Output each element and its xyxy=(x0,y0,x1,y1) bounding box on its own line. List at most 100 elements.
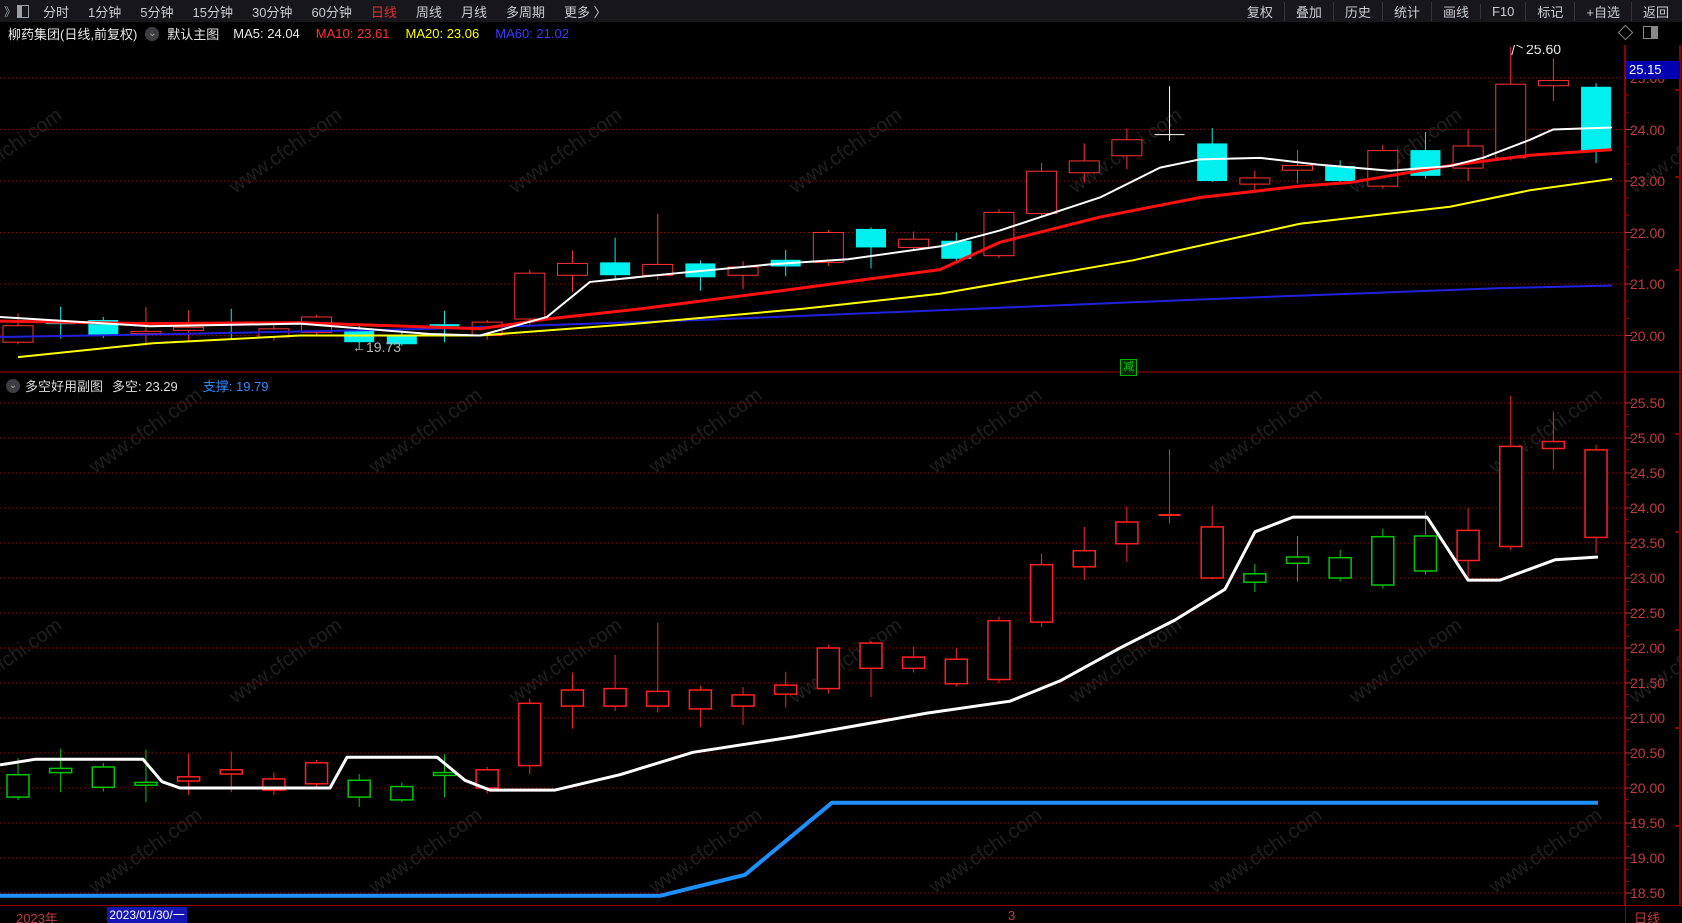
axis-divider xyxy=(1625,906,1626,923)
candle-body-sub xyxy=(219,769,243,775)
period-tab-8[interactable]: 月线 xyxy=(461,2,487,21)
tool-button-6[interactable]: 标记 xyxy=(1525,1,1574,21)
toolbar-buttons: 复权 叠加 历史 统计 画线 F10 标记 +自选 返回 xyxy=(1236,0,1680,22)
period-toolbar: 》 分时 1分钟 5分钟 15分钟 30分钟 60分钟 日线 周线 月线 多周期 更多 〉 复权 叠加… xyxy=(0,0,1682,23)
tool-button-7[interactable]: +自选 xyxy=(1574,1,1631,21)
period-tab-6[interactable]: 日线 xyxy=(371,2,397,21)
main-chart-style-label[interactable]: 默认主图 xyxy=(167,24,219,43)
candle-body-sub xyxy=(6,773,30,798)
ma-label-1: MA10: 23.61 xyxy=(315,26,390,41)
ma-label-0: MA5: 24.04 xyxy=(233,26,300,41)
candle-body-sub xyxy=(901,656,926,670)
duokong-value: 多空: 23.29 xyxy=(112,379,178,394)
candle-body-main xyxy=(556,262,588,276)
split-view-icon[interactable] xyxy=(1643,26,1658,39)
tool-button-3[interactable]: 统计 xyxy=(1381,1,1431,21)
tool-button-4[interactable]: 画线 xyxy=(1430,1,1480,21)
period-tab-1[interactable]: 1分钟 xyxy=(88,2,121,21)
candle-body-sub xyxy=(1371,535,1395,586)
period-tab-4[interactable]: 30分钟 xyxy=(252,2,292,21)
year-label: 2023年 xyxy=(16,911,58,923)
period-tab-7[interactable]: 周线 xyxy=(416,2,442,21)
tool-button-5[interactable]: F10 xyxy=(1479,3,1525,19)
bottom-bar: 2023年 2023/01/30/一 3 日线 xyxy=(0,905,1682,923)
period-indicator: 日线 xyxy=(1634,911,1661,923)
candle-body-sub xyxy=(176,776,201,782)
candle-body-main xyxy=(1239,177,1271,185)
candle-body-sub xyxy=(688,689,713,710)
candle-body-sub xyxy=(646,690,670,707)
candle-body-sub xyxy=(1413,535,1438,572)
candle-body-main xyxy=(514,272,546,320)
period-tabs: 分时 1分钟 5分钟 15分钟 30分钟 60分钟 日线 周线 月线 多周期 更多 〉 xyxy=(43,2,626,21)
candle-body-main xyxy=(173,326,205,331)
candle-body-sub xyxy=(1328,556,1352,579)
candle-body-sub xyxy=(390,785,414,801)
candle-body-sub xyxy=(1115,521,1139,545)
candle-body-main xyxy=(898,238,930,248)
ma-label-2: MA20: 23.06 xyxy=(405,26,480,41)
period-tab-3[interactable]: 15分钟 xyxy=(193,2,233,21)
chevron-down-icon[interactable]: ⌄ xyxy=(6,378,20,393)
candle-body-sub xyxy=(518,702,542,767)
stock-title: 柳药集团(日线,前复权) xyxy=(8,27,138,42)
candle-body-sub xyxy=(1243,573,1267,583)
tool-button-0[interactable]: 复权 xyxy=(1236,2,1284,21)
candle-body-main xyxy=(1197,143,1228,181)
candle-body-main xyxy=(1111,139,1143,157)
candle-body-sub xyxy=(134,781,158,786)
ma-label-3: MA60: 21.02 xyxy=(495,26,569,41)
chevrons-icon: 》 xyxy=(4,4,17,19)
period-tab-0[interactable]: 分时 xyxy=(43,2,69,21)
title-bar: 柳药集团(日线,前复权) ⌄ 默认主图 MA5: 24.04 MA10: 23.6… xyxy=(0,22,1682,45)
sub-indicator-name[interactable]: 多空好用副图 xyxy=(25,376,103,395)
candle-body-sub xyxy=(1584,449,1608,539)
selected-date-label: 2023/01/30/一 xyxy=(107,907,187,923)
kline-chart-canvas[interactable] xyxy=(0,0,1682,923)
stock-trading-app: www.cfchi.com www.cfchi.com www.cfchi.com w… xyxy=(0,0,1682,923)
candle-body-sub xyxy=(816,647,841,690)
candle-body-sub xyxy=(1456,529,1480,562)
period-tab-5[interactable]: 60分钟 xyxy=(311,2,351,21)
period-tab-2[interactable]: 5分钟 xyxy=(140,2,173,21)
ma20-line xyxy=(17,177,1613,359)
candle-body-sub xyxy=(347,779,371,798)
candle-body-main xyxy=(1026,170,1058,214)
candle-body-main xyxy=(130,330,162,334)
candle-body-main xyxy=(1068,160,1100,174)
candle-body-sub xyxy=(304,762,329,785)
candle-body-main xyxy=(600,262,631,276)
candle-body-sub xyxy=(1541,440,1566,450)
support-line xyxy=(0,800,1598,898)
sub-indicator-header: ⌄ 多空好用副图 多空: 23.29 支撑: 19.79 xyxy=(6,376,269,395)
candle-body-sub xyxy=(603,687,627,707)
month-tick-label: 3 xyxy=(1008,908,1016,923)
candle-body-sub xyxy=(987,619,1011,681)
candle-body-main xyxy=(1282,165,1313,171)
high-annotation-pointer xyxy=(1511,43,1523,56)
candle-body-sub xyxy=(91,766,116,789)
period-tab-10[interactable]: 更多 〉 xyxy=(564,2,607,21)
candle-body-main xyxy=(1537,80,1569,87)
duokong-line xyxy=(0,515,1599,792)
tool-button-8[interactable]: 返回 xyxy=(1630,1,1680,21)
candle-body-sub xyxy=(944,658,969,685)
candle-body-main xyxy=(1581,86,1612,152)
tool-button-2[interactable]: 历史 xyxy=(1332,1,1382,21)
zhicheng-value: 支撑: 19.79 xyxy=(202,379,269,394)
candle-body-main xyxy=(2,325,34,343)
candle-body-sub xyxy=(731,694,755,707)
candle-body-sub xyxy=(1072,549,1096,568)
candle-body-sub xyxy=(432,771,457,777)
candle-body-sub xyxy=(1029,563,1054,623)
tool-button-1[interactable]: 叠加 xyxy=(1283,1,1333,21)
panel-icon xyxy=(17,4,30,18)
candle-body-sub xyxy=(1285,556,1310,565)
ma60-line xyxy=(0,284,1613,339)
diamond-icon[interactable] xyxy=(1617,24,1634,41)
candle-body-main xyxy=(812,232,844,263)
candle-body-sub xyxy=(560,689,585,707)
collapse-panel-icon[interactable]: 》 xyxy=(4,3,30,20)
chevron-down-icon[interactable]: ⌄ xyxy=(145,26,160,41)
period-tab-9[interactable]: 多周期 xyxy=(506,2,545,21)
